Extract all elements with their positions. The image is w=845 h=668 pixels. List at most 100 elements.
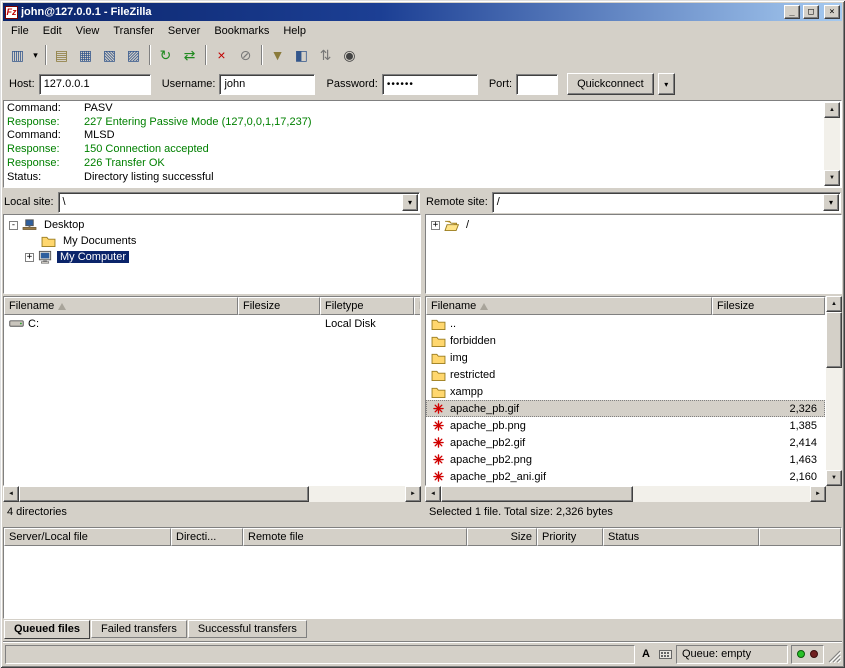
compare-icon[interactable]: ◧ — [290, 44, 313, 66]
queue-tab[interactable]: Queued files — [4, 620, 90, 639]
tree-item-root[interactable]: + / — [426, 217, 841, 233]
username-input[interactable]: john — [219, 74, 315, 95]
scroll-track[interactable] — [824, 118, 840, 170]
column-header-remote-file[interactable]: Remote file — [243, 528, 467, 546]
column-header-filesize[interactable]: Filesize — [238, 297, 320, 315]
cancel-icon[interactable]: × — [210, 44, 233, 66]
host-input[interactable]: 127.0.0.1 — [39, 74, 151, 95]
menu-item[interactable]: View — [69, 22, 107, 40]
sync-browse-icon[interactable]: ⇅ — [314, 44, 337, 66]
disconnect-icon[interactable]: ⊘ — [234, 44, 257, 66]
remote-file-row[interactable]: .. — [426, 315, 825, 332]
toggle-remote-tree-icon[interactable]: ▧ — [98, 44, 121, 66]
scroll-up-button[interactable]: ▲ — [824, 102, 840, 118]
site-manager-icon[interactable]: ▥ — [6, 44, 29, 66]
column-header-filetype[interactable]: Filetype — [320, 297, 414, 315]
expand-toggle[interactable]: + — [25, 253, 34, 262]
menu-item[interactable]: Bookmarks — [207, 22, 276, 40]
scroll-down-button[interactable]: ▼ — [824, 170, 840, 186]
column-header-status[interactable]: Status — [603, 528, 759, 546]
column-header-priority[interactable]: Priority — [537, 528, 603, 546]
scroll-thumb[interactable] — [441, 486, 633, 502]
remote-horizontal-scrollbar[interactable]: ◄ ► — [425, 486, 826, 502]
refresh-icon[interactable]: ↻ — [154, 44, 177, 66]
column-header-filesize[interactable]: Filesize — [712, 297, 825, 315]
local-site-combobox[interactable]: \ ▾ — [58, 192, 420, 213]
menu-item[interactable]: Transfer — [106, 22, 161, 40]
close-button[interactable]: × — [824, 5, 840, 19]
log-scrollbar[interactable]: ▲ ▼ — [824, 102, 840, 186]
column-header-size[interactable]: Size — [467, 528, 537, 546]
remote-file-row[interactable]: forbidden — [426, 332, 825, 349]
maximize-button[interactable]: □ — [803, 5, 819, 19]
scroll-up-button[interactable]: ▲ — [826, 296, 842, 312]
filter-icon[interactable]: ▼ — [266, 44, 289, 66]
column-header-filename[interactable]: Filename — [4, 297, 238, 315]
toolbar-separator[interactable] — [42, 44, 49, 66]
toolbar-separator[interactable] — [258, 44, 265, 66]
speed-limits-icon[interactable] — [657, 646, 673, 662]
menu-item[interactable]: File — [4, 22, 36, 40]
toggle-local-tree-icon[interactable]: ▦ — [74, 44, 97, 66]
scroll-track[interactable] — [19, 486, 405, 502]
minimize-button[interactable]: _ — [784, 5, 800, 19]
toggle-queue-icon[interactable]: ▨ — [122, 44, 145, 66]
quickconnect-dropdown-button[interactable]: ▾ — [658, 73, 675, 95]
remote-site-combobox[interactable]: / ▾ — [492, 192, 841, 213]
local-horizontal-scrollbar[interactable]: ◄ ► — [3, 486, 421, 502]
queue-tab[interactable]: Successful transfers — [188, 620, 307, 638]
find-icon[interactable]: ◉ — [338, 44, 361, 66]
remote-file-row[interactable]: apache_pb2.png 1,463 — [426, 451, 825, 468]
process-queue-icon[interactable]: ⇄ — [178, 44, 201, 66]
scroll-right-button[interactable]: ► — [405, 486, 421, 502]
local-site-dropdown-button[interactable]: ▾ — [402, 194, 418, 211]
column-header-filename[interactable]: Filename — [426, 297, 712, 315]
remote-file-row[interactable]: restricted — [426, 366, 825, 383]
menu-item[interactable]: Edit — [36, 22, 69, 40]
password-input[interactable]: •••••• — [382, 74, 478, 95]
remote-site-dropdown-button[interactable]: ▾ — [823, 194, 839, 211]
transfer-type-ascii-icon[interactable]: A — [638, 646, 654, 662]
menu-item[interactable]: Server — [161, 22, 207, 40]
column-header-last-modified[interactable]: L — [414, 297, 421, 315]
scroll-down-button[interactable]: ▼ — [826, 470, 842, 486]
tree-item-my-documents[interactable]: My Documents — [4, 233, 420, 249]
quickconnect-bar: Host: 127.0.0.1 Username: john Password:… — [3, 69, 842, 99]
port-input[interactable] — [516, 74, 558, 95]
log-text: Directory listing successful — [84, 171, 214, 185]
title-bar[interactable]: Fz john@127.0.0.1 - FileZilla _ □ × — [3, 3, 842, 21]
column-header-direction[interactable]: Directi... — [171, 528, 243, 546]
tree-item-desktop[interactable]: - Desktop — [4, 217, 420, 233]
scroll-right-button[interactable]: ► — [810, 486, 826, 502]
toggle-log-icon[interactable]: ▤ — [50, 44, 73, 66]
tree-item-my-computer[interactable]: + My Computer — [4, 249, 420, 265]
chevron-down-icon: ▾ — [829, 198, 833, 207]
remote-file-row[interactable]: apache_pb.png 1,385 — [426, 417, 825, 434]
scroll-track[interactable] — [441, 486, 810, 502]
resize-grip[interactable] — [827, 646, 841, 663]
remote-file-row[interactable]: xampp — [426, 383, 825, 400]
site-manager-dropdown-icon[interactable]: ▾ — [30, 44, 41, 66]
remote-file-row[interactable]: img — [426, 349, 825, 366]
filename: apache_pb.png — [450, 420, 526, 432]
scroll-left-button[interactable]: ◄ — [425, 486, 441, 502]
collapse-toggle[interactable]: - — [9, 221, 18, 230]
scroll-thumb[interactable] — [826, 312, 842, 368]
local-file-row[interactable]: C: Local Disk — [4, 315, 420, 332]
toolbar-separator[interactable] — [146, 44, 153, 66]
queue-tab[interactable]: Failed transfers — [91, 620, 187, 638]
toolbar-separator[interactable] — [202, 44, 209, 66]
scroll-track[interactable] — [826, 312, 842, 470]
remote-file-row[interactable]: apache_pb.gif 2,326 — [426, 400, 825, 417]
remote-file-row[interactable]: apache_pb2.gif 2,414 — [426, 434, 825, 451]
menu-item[interactable]: Help — [276, 22, 313, 40]
column-header-server-local-file[interactable]: Server/Local file — [4, 528, 171, 546]
expand-toggle[interactable]: + — [431, 221, 440, 230]
remote-file-row[interactable]: apache_pb2_ani.gif 2,160 — [426, 468, 825, 485]
scroll-left-button[interactable]: ◄ — [3, 486, 19, 502]
remote-vertical-scrollbar[interactable]: ▲ ▼ — [826, 296, 842, 486]
remote-panel: Remote site: / ▾ + / — [425, 190, 842, 522]
local-site-value: \ — [59, 196, 401, 208]
quickconnect-button[interactable]: Quickconnect — [567, 73, 654, 95]
scroll-thumb[interactable] — [19, 486, 309, 502]
